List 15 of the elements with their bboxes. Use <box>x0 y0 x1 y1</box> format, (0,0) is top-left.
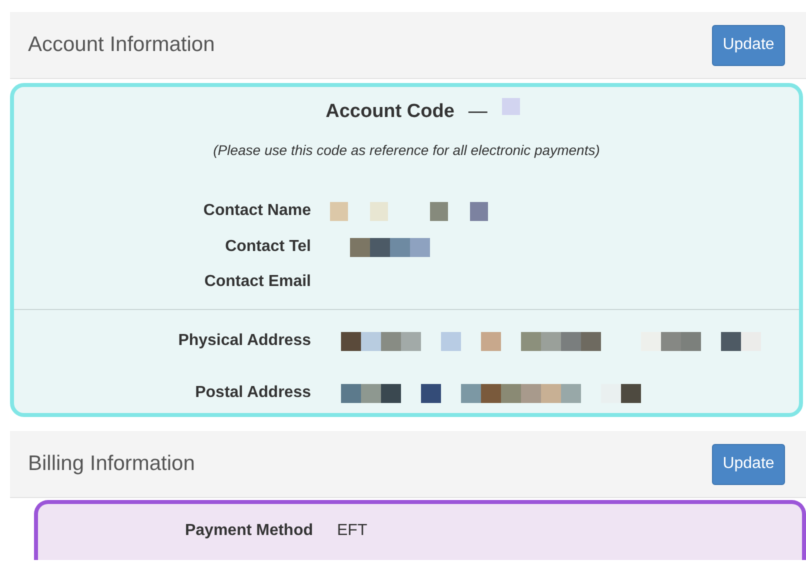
payment-note: (Please use this code as reference for all electronic payments) <box>212 142 601 158</box>
account-code-value: — <box>468 101 488 123</box>
field-label: Contact Tel <box>224 238 311 256</box>
field-label: Contact Name <box>202 202 311 220</box>
pixelated-value <box>502 98 520 115</box>
field-value: EFT <box>337 522 368 540</box>
account-code-label: Account Code <box>326 101 454 123</box>
update-button[interactable]: Update <box>712 24 785 66</box>
field-label: Contact Email <box>203 273 311 291</box>
field-label: Physical Address <box>177 332 311 350</box>
field-label: Payment Method <box>184 522 313 540</box>
section-title: Account Information <box>28 33 215 57</box>
field-label: Postal Address <box>194 384 311 402</box>
update-button[interactable]: Update <box>712 444 785 484</box>
section-title: Billing Information <box>28 452 195 476</box>
